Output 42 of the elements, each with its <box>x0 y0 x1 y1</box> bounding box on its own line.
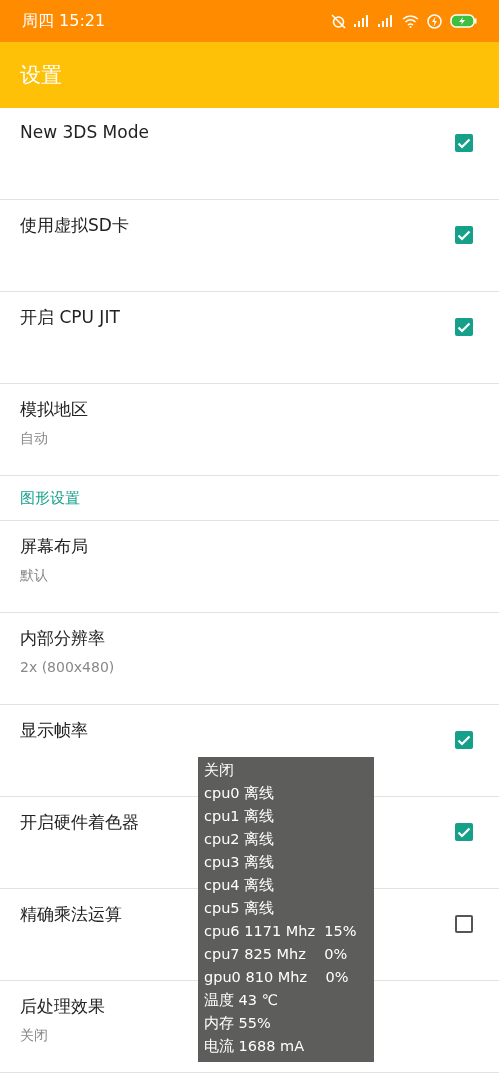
overlay-line: cpu0 离线 <box>204 784 276 803</box>
setting-title[interactable]: 开启硬件着色器 <box>20 811 139 834</box>
status-time: 周四 15:21 <box>22 10 106 32</box>
checkbox[interactable] <box>455 134 473 152</box>
setting-summary: 自动 <box>20 430 49 448</box>
overlay-line: cpu7 825 Mhz 0% <box>204 945 349 964</box>
overlay-line: cpu2 离线 <box>204 830 276 849</box>
setting-title[interactable]: New 3DS Mode <box>20 122 149 142</box>
wifi-icon <box>402 14 419 28</box>
checkbox[interactable] <box>455 318 473 336</box>
charging-icon <box>427 13 442 29</box>
checkbox[interactable] <box>455 731 473 749</box>
setting-title[interactable]: 模拟地区 <box>20 398 88 421</box>
alarm-off-icon <box>331 13 346 29</box>
setting-summary: 关闭 <box>20 1027 49 1045</box>
setting-title[interactable]: 显示帧率 <box>20 719 88 742</box>
battery-icon <box>450 14 477 28</box>
setting-title[interactable]: 使用虚拟SD卡 <box>20 214 129 237</box>
category-header: 图形设置 <box>20 488 80 508</box>
overlay-line: 关闭 <box>204 761 235 780</box>
signal-icon <box>378 15 394 27</box>
overlay-line: 温度 43 ℃ <box>204 991 279 1010</box>
setting-summary: 默认 <box>20 567 49 585</box>
signal-icon <box>354 15 370 27</box>
checkbox[interactable] <box>455 226 473 244</box>
checkbox[interactable] <box>455 915 473 933</box>
overlay-line: gpu0 810 Mhz 0% <box>204 968 350 987</box>
setting-title[interactable]: 内部分辨率 <box>20 627 115 650</box>
app-bar-title: 设置 <box>20 62 62 89</box>
overlay-line: cpu4 离线 <box>204 876 276 895</box>
overlay-line: 内存 55% <box>204 1014 272 1033</box>
setting-title[interactable]: 后处理效果 <box>20 995 105 1018</box>
setting-summary: 2x (800x480) <box>20 659 115 675</box>
overlay-line: 电流 1688 mA <box>204 1037 306 1056</box>
checkbox[interactable] <box>455 823 473 841</box>
overlay-line: cpu1 离线 <box>204 807 276 826</box>
overlay-line: cpu6 1171 Mhz 15% <box>204 922 358 941</box>
setting-title[interactable]: 屏幕布局 <box>20 535 88 558</box>
setting-title[interactable]: 精确乘法运算 <box>20 903 122 926</box>
overlay-line: cpu3 离线 <box>204 853 276 872</box>
setting-title[interactable]: 开启 CPU JIT <box>20 306 120 329</box>
overlay-line: cpu5 离线 <box>204 899 276 918</box>
